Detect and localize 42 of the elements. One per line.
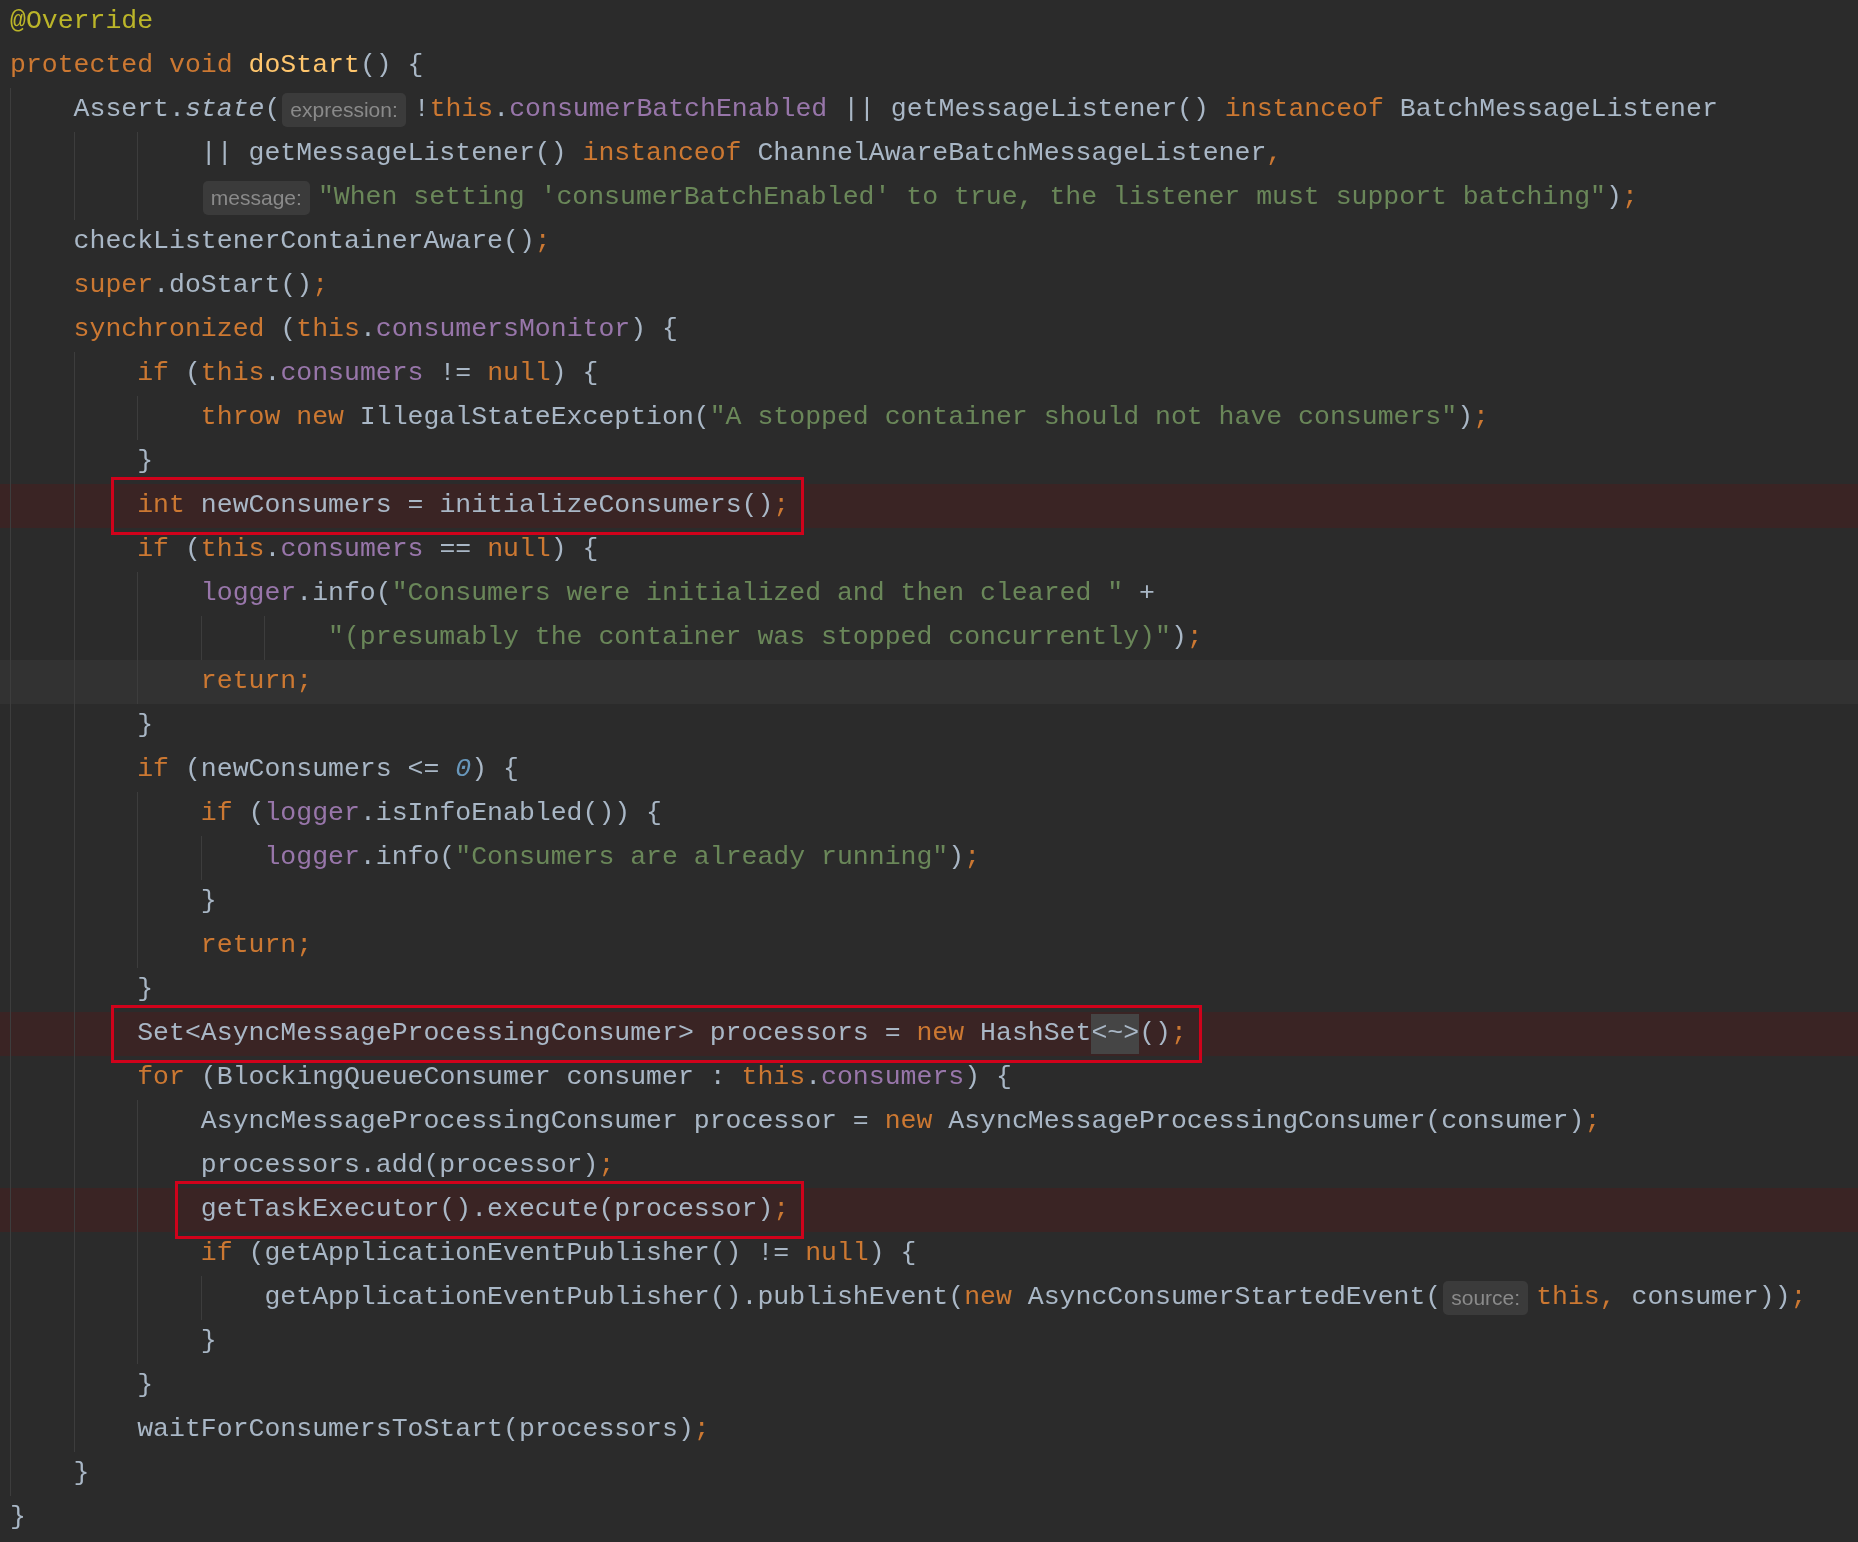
code-text: } xyxy=(73,1457,90,1491)
code-text: logger.info("Consumers were initialized and then cleared " + xyxy=(200,577,1155,611)
code-text: } xyxy=(137,709,154,743)
code-text: } xyxy=(200,885,217,919)
code-text: if (newConsumers <= 0) { xyxy=(137,753,519,787)
code-text: getTaskExecutor().execute(processor); xyxy=(200,1193,790,1227)
code-text: || getMessageListener() instanceof ChannelAwareBatchMessageListener, xyxy=(200,137,1283,171)
parameter-hint: source: xyxy=(1443,1281,1529,1315)
code-text: } xyxy=(137,445,154,479)
code-text: Assert.state( xyxy=(73,93,281,127)
code-text: getApplicationEventPublisher().publishEvent(new AsyncConsumerStartedEvent( xyxy=(264,1281,1442,1315)
code-text: return; xyxy=(200,665,313,699)
parameter-hint: message: xyxy=(202,181,310,215)
code-text: (); xyxy=(1139,1017,1187,1051)
code-text: } xyxy=(10,1501,26,1535)
code-text: "When setting 'consumerBatchEnabled' to true, the listener must support batching"); xyxy=(317,181,1638,215)
code-text: this, consumer)); xyxy=(1536,1281,1807,1315)
code-text: @Override xyxy=(10,5,154,39)
code-text: protected void doStart() { xyxy=(10,49,424,83)
code-text: return; xyxy=(200,929,313,963)
code-text: logger.info("Consumers are already running"); xyxy=(264,841,981,875)
code-text: throw new IllegalStateException("A stopped container should not have consumers"); xyxy=(200,401,1489,435)
code-text: Set<AsyncMessageProcessingConsumer> processors = new HashSet xyxy=(137,1017,1092,1051)
code-text: } xyxy=(200,1325,217,1359)
code-text: waitForConsumersToStart(processors); xyxy=(137,1413,710,1447)
code-text: if (this.consumers != null) { xyxy=(137,357,599,391)
code-text: if (logger.isInfoEnabled()) { xyxy=(200,797,663,831)
parameter-hint: expression: xyxy=(282,93,406,127)
code-text: AsyncMessageProcessingConsumer processor = new AsyncMessageProcessingConsumer(consumer); xyxy=(200,1105,1601,1139)
code-text: processors.add(processor); xyxy=(200,1149,615,1183)
code-text: for (BlockingQueueConsumer consumer : this.consumers) { xyxy=(137,1061,1012,1095)
code-text: } xyxy=(137,973,154,1007)
code-text: if (this.consumers == null) { xyxy=(137,533,599,567)
code-text: if (getApplicationEventPublisher() != null) { xyxy=(200,1237,917,1271)
code-text: super.doStart(); xyxy=(73,269,329,303)
code-text: synchronized (this.consumersMonitor) { xyxy=(73,313,678,347)
code-text: checkListenerContainerAware(); xyxy=(73,225,551,259)
code-text: } xyxy=(137,1369,154,1403)
code-text: !this.consumerBatchEnabled || getMessageListener() instanceof BatchMessageListener xyxy=(413,93,1718,127)
code-text: "(presumably the container was stopped concurrently)"); xyxy=(328,621,1203,655)
folded-code[interactable]: <~> xyxy=(1091,1014,1140,1054)
code-text: int newConsumers = initializeConsumers(); xyxy=(137,489,790,523)
